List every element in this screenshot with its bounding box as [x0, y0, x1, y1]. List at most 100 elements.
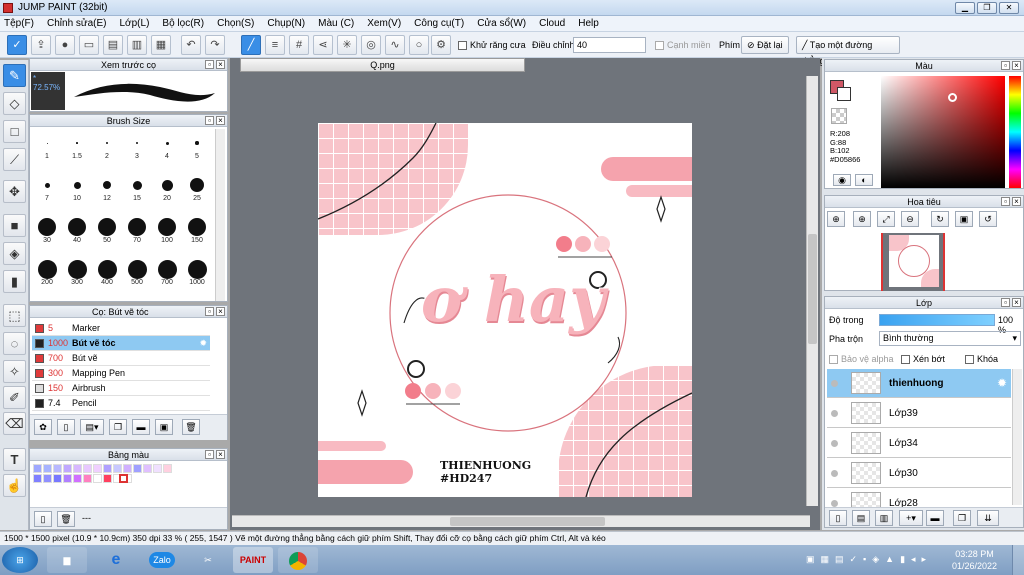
eye-icon[interactable]: [831, 380, 838, 387]
hand-tool-icon[interactable]: ☝: [3, 474, 26, 497]
menu-layer[interactable]: Lớp(L): [120, 18, 150, 29]
lock-checkbox[interactable]: [965, 355, 974, 365]
float-icon[interactable]: ▫: [1001, 61, 1010, 70]
palette-swatch[interactable]: [73, 474, 82, 483]
brush-item[interactable]: 700 Bút vẽ: [32, 351, 210, 366]
menu-window[interactable]: Cửa sổ(W): [477, 18, 526, 29]
palette-swatches[interactable]: [33, 464, 208, 484]
brush-size-option[interactable]: 4: [153, 133, 181, 160]
bucket-tool-icon[interactable]: ◈: [3, 242, 26, 265]
blend-select[interactable]: Bình thường ▾: [879, 331, 1021, 346]
palette-swatch[interactable]: [53, 464, 62, 473]
merge-icon[interactable]: ⇊: [977, 510, 999, 526]
menu-file[interactable]: Tệp(F): [4, 18, 34, 29]
layer-scrollbar[interactable]: [1012, 369, 1022, 505]
clock[interactable]: 03:28 PM 01/26/2022: [952, 548, 997, 572]
palette-swatch[interactable]: [133, 464, 142, 473]
duplicate-icon[interactable]: ❐: [953, 510, 971, 526]
line-tool-icon[interactable]: ⟋: [3, 148, 26, 171]
brush-size-option[interactable]: 400: [93, 259, 121, 286]
float-icon[interactable]: ▫: [205, 307, 214, 316]
palette-swatch[interactable]: [153, 464, 162, 473]
palette-swatch[interactable]: [43, 464, 52, 473]
close-icon[interactable]: ×: [216, 60, 225, 69]
palette-swatch[interactable]: [33, 464, 42, 473]
snap-checkbox[interactable]: [655, 41, 664, 51]
radial-icon[interactable]: ✳: [337, 35, 357, 55]
start-button[interactable]: ⊞: [2, 547, 38, 573]
eye-icon[interactable]: [831, 470, 838, 477]
maximize-button[interactable]: ❐: [977, 2, 997, 14]
clipping-checkbox[interactable]: [901, 355, 910, 365]
snipping-tool-icon[interactable]: ✂: [188, 547, 228, 573]
horizontal-scroll-thumb[interactable]: [450, 517, 605, 526]
palette-swatch[interactable]: [103, 474, 112, 483]
magic-wand-icon[interactable]: ✧: [3, 360, 26, 383]
menu-cloud[interactable]: Cloud: [539, 18, 565, 29]
close-icon[interactable]: ×: [216, 307, 225, 316]
palette-swatch[interactable]: [83, 464, 92, 473]
brush-size-option[interactable]: 25: [183, 175, 211, 202]
brush-size-option[interactable]: 1.5: [63, 133, 91, 160]
layer-row[interactable]: Lớp34: [827, 429, 1011, 458]
straight-line-button[interactable]: ╱ Tạo một đường thẳng: [796, 36, 900, 66]
new-brush-icon[interactable]: ▯: [57, 419, 75, 435]
zoom-out-icon[interactable]: ⊖: [901, 211, 919, 227]
brush-item[interactable]: 5 Marker: [32, 321, 210, 336]
zoom-in-icon[interactable]: ⊕: [853, 211, 871, 227]
duplicate-icon[interactable]: ▣: [155, 419, 173, 435]
eraser-tool-icon[interactable]: ◇: [3, 92, 26, 115]
brush-size-option[interactable]: 12: [93, 175, 121, 202]
brush-size-option[interactable]: 20: [153, 175, 181, 202]
jump-paint-taskbar[interactable]: PAINT: [233, 547, 273, 573]
show-desktop-button[interactable]: [1012, 545, 1024, 575]
curve-icon[interactable]: ∿: [385, 35, 405, 55]
new-layer-icon[interactable]: ▯: [829, 510, 847, 526]
ruler-line-icon[interactable]: ╱: [241, 35, 261, 55]
brush-size-option[interactable]: 300: [63, 259, 91, 286]
palette-swatch[interactable]: [93, 464, 102, 473]
brush-size-option[interactable]: 1: [33, 133, 61, 160]
close-icon[interactable]: ×: [216, 450, 225, 459]
settings-icon[interactable]: ⚙: [431, 35, 451, 55]
brush-settings-icon[interactable]: ✿: [34, 419, 52, 435]
brush-size-option[interactable]: 3: [123, 133, 151, 160]
menu-edit[interactable]: Chỉnh sửa(E): [47, 18, 107, 29]
brush-size-option[interactable]: 5: [183, 133, 211, 160]
brush-size-option[interactable]: 7: [33, 175, 61, 202]
redo-icon[interactable]: ↷: [205, 35, 225, 55]
brush-size-option[interactable]: 15: [123, 175, 151, 202]
new-palette-icon[interactable]: ▯: [34, 511, 52, 527]
clipping-toggle[interactable]: Xén bớt: [901, 354, 945, 365]
rotate-right-icon[interactable]: ↺: [979, 211, 997, 227]
rectangle-tool-icon[interactable]: □: [3, 120, 26, 143]
text-tool-icon[interactable]: T: [3, 448, 26, 471]
concentric-icon[interactable]: ◎: [361, 35, 381, 55]
brush-size-option[interactable]: 2: [93, 133, 121, 160]
layer-row[interactable]: Lớp28: [827, 489, 1011, 507]
close-icon[interactable]: ×: [1012, 197, 1021, 206]
document-icon[interactable]: ▤: [103, 35, 123, 55]
vertical-scroll-thumb[interactable]: [808, 234, 817, 344]
brush-size-option[interactable]: 150: [183, 217, 211, 244]
menu-color[interactable]: Màu (C): [318, 18, 354, 29]
palette-swatch[interactable]: [43, 474, 52, 483]
reset-view-icon[interactable]: ▣: [955, 211, 973, 227]
float-icon[interactable]: ▫: [1001, 298, 1010, 307]
file-explorer-icon[interactable]: ▆: [47, 547, 87, 573]
close-icon[interactable]: ×: [1012, 61, 1021, 70]
close-icon[interactable]: ×: [216, 116, 225, 125]
select-eraser-icon[interactable]: ⌫: [3, 412, 26, 435]
adjust-input[interactable]: 40: [573, 37, 646, 53]
perspective-icon[interactable]: ⋖: [313, 35, 333, 55]
palette-swatch[interactable]: [143, 464, 152, 473]
brush-size-option[interactable]: 500: [123, 259, 151, 286]
palette-swatch[interactable]: [63, 474, 72, 483]
brush-size-option[interactable]: 1000: [183, 259, 211, 286]
brush-size-option[interactable]: 40: [63, 217, 91, 244]
horizontal-scrollbar[interactable]: [232, 515, 810, 527]
opacity-slider[interactable]: [879, 314, 995, 326]
gear-icon[interactable]: ✹: [199, 336, 207, 350]
brush-size-option[interactable]: 100: [153, 217, 181, 244]
float-icon[interactable]: ▫: [205, 60, 214, 69]
